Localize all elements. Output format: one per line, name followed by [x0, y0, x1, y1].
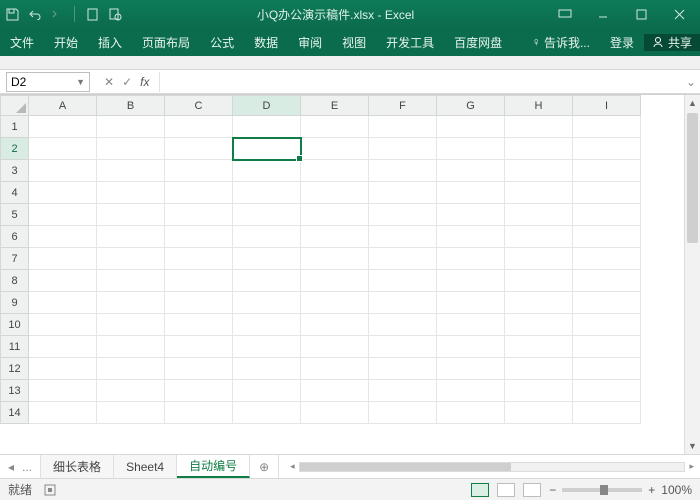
scroll-up-icon[interactable]: ▲ [685, 95, 700, 111]
zoom-level[interactable]: 100% [661, 483, 692, 497]
view-page-break-icon[interactable] [523, 483, 541, 497]
row-header[interactable]: 3 [1, 160, 29, 182]
view-page-layout-icon[interactable] [497, 483, 515, 497]
redo-icon[interactable] [48, 6, 64, 22]
window-title: 小Q办公演示稿件.xlsx - Excel [123, 6, 548, 23]
col-header[interactable]: I [573, 96, 641, 116]
row-header[interactable]: 1 [1, 116, 29, 138]
ribbon-collapsed-area [0, 56, 700, 70]
minimize-icon[interactable] [586, 4, 620, 24]
tab-file[interactable]: 文件 [0, 28, 44, 56]
zoom-knob[interactable] [600, 485, 608, 495]
row-header[interactable]: 10 [1, 314, 29, 336]
row-header[interactable]: 6 [1, 226, 29, 248]
status-ready: 就绪 [8, 481, 32, 498]
row-header[interactable]: 5 [1, 204, 29, 226]
zoom-in-icon[interactable]: + [648, 483, 655, 497]
vertical-scrollbar[interactable]: ▲ ▼ [684, 95, 700, 454]
cell[interactable]: 部门 [301, 116, 369, 138]
sheet-tab-active[interactable]: 自动编号 [177, 455, 250, 478]
col-header[interactable]: D [233, 96, 301, 116]
enter-icon[interactable]: ✓ [122, 75, 132, 89]
cell[interactable]: 业绩 [369, 116, 437, 138]
horizontal-scrollbar[interactable]: ◂ ▸ [284, 455, 700, 478]
login-button[interactable]: 登录 [600, 34, 644, 51]
cell[interactable]: 序号 [165, 116, 233, 138]
tab-developer[interactable]: 开发工具 [376, 28, 444, 56]
col-header[interactable]: E [301, 96, 369, 116]
sheet-tab[interactable]: Sheet4 [114, 455, 177, 478]
ribbon-options-icon[interactable] [548, 4, 582, 24]
scroll-right-icon[interactable]: ▸ [689, 461, 694, 472]
row-header[interactable]: 12 [1, 358, 29, 380]
add-sheet-icon[interactable]: ⊕ [250, 455, 278, 478]
share-icon [652, 36, 664, 48]
expand-formula-icon[interactable]: ⌄ [682, 75, 700, 89]
row-header[interactable]: 2 [1, 138, 29, 160]
tab-formulas[interactable]: 公式 [200, 28, 244, 56]
zoom-control[interactable]: − + 100% [549, 483, 692, 497]
col-header[interactable]: B [97, 96, 165, 116]
scroll-thumb[interactable] [300, 463, 512, 471]
quick-access-toolbar [4, 6, 123, 22]
undo-icon[interactable] [26, 6, 42, 22]
cell[interactable]: 姓名 [233, 116, 301, 138]
row-header[interactable]: 11 [1, 336, 29, 358]
chevron-down-icon[interactable]: ▼ [76, 77, 85, 87]
select-all-corner[interactable] [1, 96, 29, 116]
row-header[interactable]: 7 [1, 248, 29, 270]
sheet-tab-bar: ◂ ... 细长表格 Sheet4 自动编号 ⊕ ◂ ▸ [0, 454, 700, 478]
sheet-nav-more[interactable]: ... [22, 460, 32, 474]
row-header[interactable]: 4 [1, 182, 29, 204]
save-icon[interactable] [4, 6, 20, 22]
window-controls [548, 4, 696, 24]
tab-data[interactable]: 数据 [244, 28, 288, 56]
row-header[interactable]: 8 [1, 270, 29, 292]
tab-insert[interactable]: 插入 [88, 28, 132, 56]
col-header[interactable]: H [505, 96, 573, 116]
tab-review[interactable]: 审阅 [288, 28, 332, 56]
bulb-icon: ♀ [532, 35, 541, 49]
title-bar: 小Q办公演示稿件.xlsx - Excel [0, 0, 700, 28]
cancel-icon[interactable]: ✕ [104, 75, 114, 89]
spreadsheet-grid[interactable]: A B C D E F G H I 1序号姓名部门业绩 2 3 4 5 6 7 … [0, 94, 700, 454]
sheet-nav-prev-icon[interactable]: ◂ [8, 460, 14, 474]
sheet-tab[interactable]: 细长表格 [41, 455, 114, 478]
scroll-thumb[interactable] [687, 113, 698, 243]
tell-me[interactable]: ♀ 告诉我... [522, 34, 600, 51]
close-icon[interactable] [662, 4, 696, 24]
ribbon-tabs: 文件 开始 插入 页面布局 公式 数据 审阅 视图 开发工具 百度网盘 ♀ 告诉… [0, 28, 700, 56]
new-icon[interactable] [85, 6, 101, 22]
fx-icon[interactable]: fx [140, 75, 149, 89]
macro-record-icon[interactable] [44, 484, 56, 496]
row-header[interactable]: 14 [1, 402, 29, 424]
col-header[interactable]: C [165, 96, 233, 116]
name-box[interactable]: D2▼ [6, 72, 90, 92]
col-header[interactable]: F [369, 96, 437, 116]
row-header[interactable]: 13 [1, 380, 29, 402]
tab-baidu[interactable]: 百度网盘 [444, 28, 512, 56]
maximize-icon[interactable] [624, 4, 658, 24]
scroll-left-icon[interactable]: ◂ [290, 461, 295, 472]
scroll-down-icon[interactable]: ▼ [685, 438, 700, 454]
tab-home[interactable]: 开始 [44, 28, 88, 56]
formula-bar: D2▼ ✕ ✓ fx ⌄ [0, 70, 700, 94]
tab-view[interactable]: 视图 [332, 28, 376, 56]
zoom-out-icon[interactable]: − [549, 483, 556, 497]
share-button[interactable]: 共享 [644, 34, 700, 51]
view-normal-icon[interactable] [471, 483, 489, 497]
row-header[interactable]: 9 [1, 292, 29, 314]
col-header[interactable]: A [29, 96, 97, 116]
status-bar: 就绪 − + 100% [0, 478, 700, 500]
active-cell[interactable] [233, 138, 301, 160]
col-header[interactable]: G [437, 96, 505, 116]
formula-input[interactable] [159, 72, 682, 92]
print-preview-icon[interactable] [107, 6, 123, 22]
tab-layout[interactable]: 页面布局 [132, 28, 200, 56]
